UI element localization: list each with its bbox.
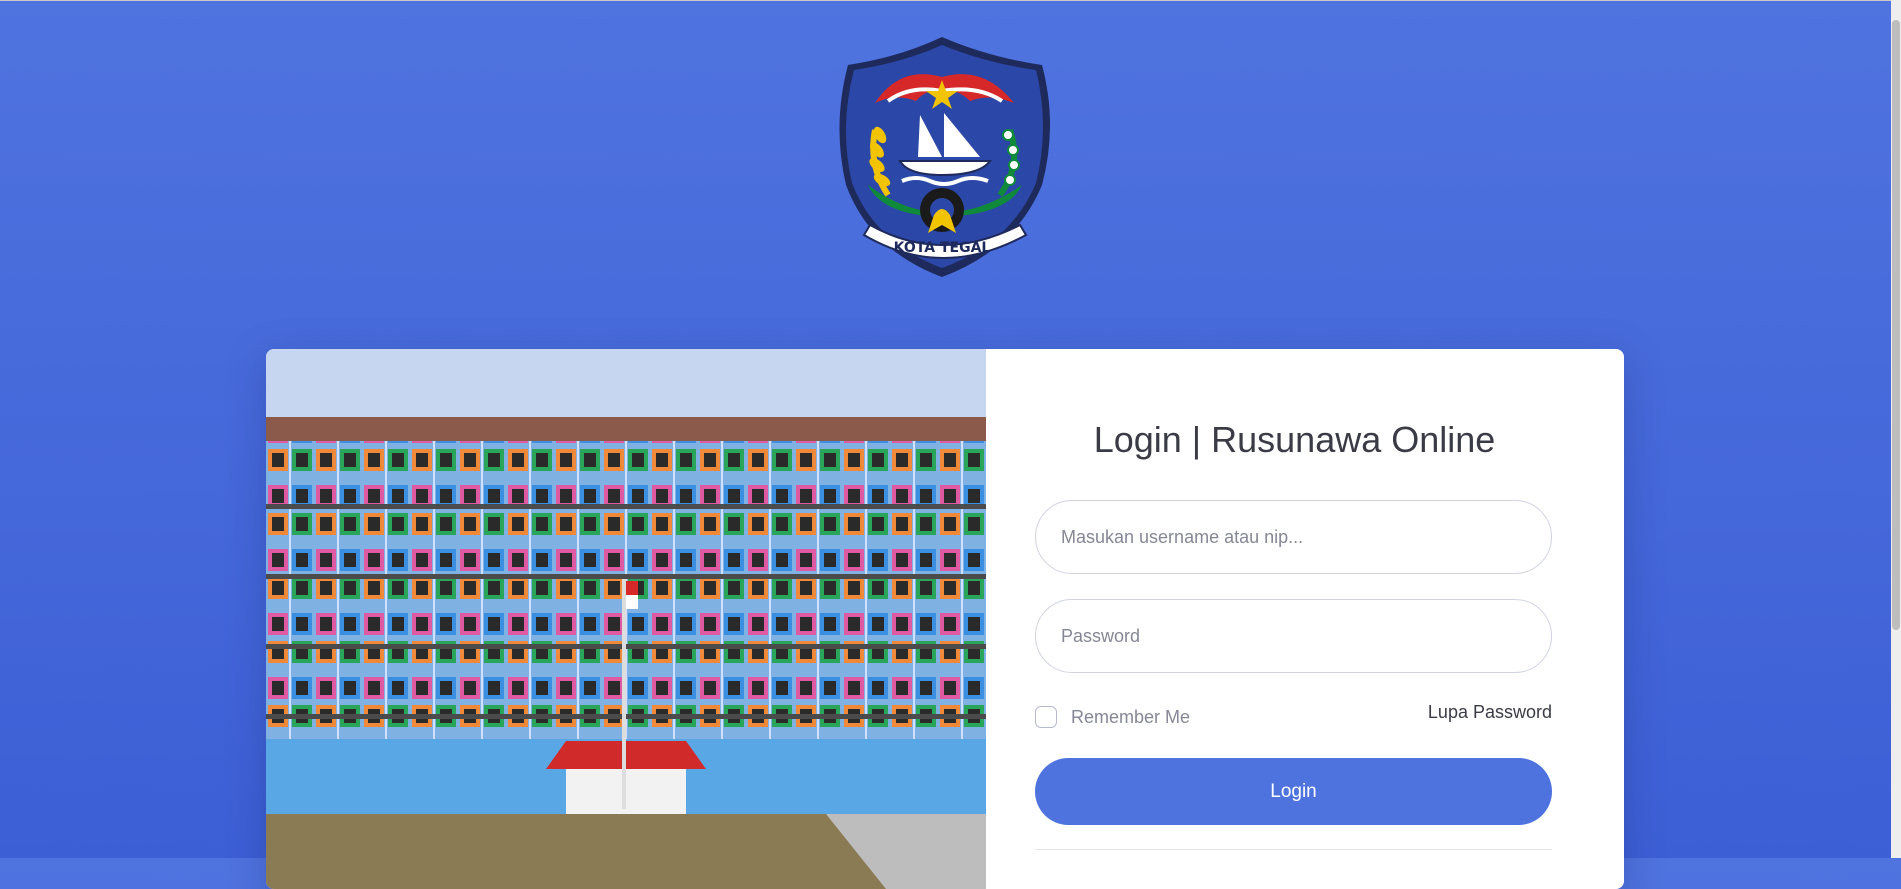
- kota-tegal-emblem-logo: KOTA TEGAL: [839, 37, 1050, 277]
- divider: [1035, 849, 1552, 850]
- scrollbar-thumb[interactable]: [1892, 20, 1900, 630]
- forgot-password-link[interactable]: Lupa Password: [1428, 702, 1552, 723]
- login-card: Login | Rusunawa Online Remember Me Lupa…: [266, 349, 1624, 889]
- remember-me-label: Remember Me: [1071, 706, 1191, 727]
- username-input[interactable]: [1035, 500, 1552, 574]
- login-form: Login | Rusunawa Online Remember Me Lupa…: [986, 349, 1624, 889]
- login-button[interactable]: Login: [1035, 758, 1552, 825]
- page-scrollbar[interactable]: [1891, 0, 1901, 858]
- remember-me[interactable]: Remember Me: [1035, 704, 1190, 730]
- building-photo: [266, 349, 986, 889]
- password-input[interactable]: [1035, 599, 1552, 673]
- window-top-border: [0, 0, 1901, 1]
- login-title: Login | Rusunawa Online: [1093, 419, 1496, 460]
- remember-me-checkbox[interactable]: [1035, 706, 1057, 728]
- logo-ribbon-text: KOTA TEGAL: [894, 240, 991, 256]
